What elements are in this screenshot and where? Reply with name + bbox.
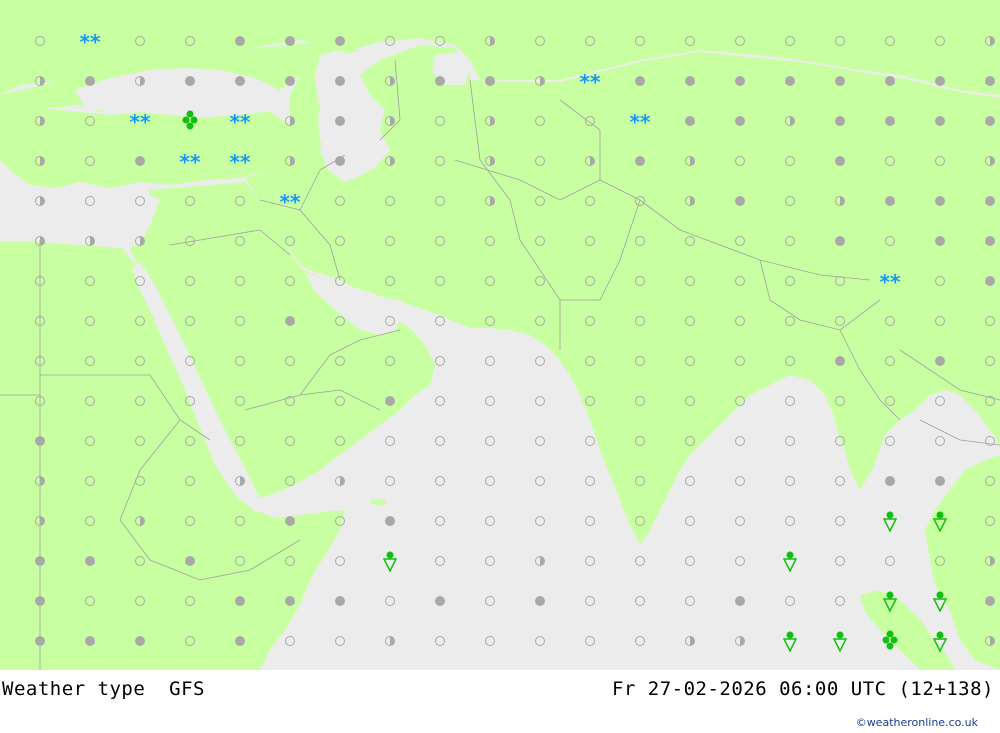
cloudy-icon: [85, 76, 95, 86]
cloudy-icon: [985, 196, 995, 206]
map-title: Weather type GFS: [2, 678, 205, 700]
cloudy-icon: [35, 596, 45, 606]
cloudy-icon: [185, 556, 195, 566]
cloudy-icon: [885, 76, 895, 86]
cloudy-icon: [85, 556, 95, 566]
svg-text:**: **: [630, 110, 651, 134]
cloudy-icon: [285, 76, 295, 86]
cloudy-icon: [335, 596, 345, 606]
site-credit: ©weatheronline.co.uk: [855, 716, 978, 729]
snow-icon: **: [580, 70, 601, 94]
cloudy-icon: [185, 76, 195, 86]
cloudy-icon: [235, 76, 245, 86]
svg-text:**: **: [230, 150, 251, 174]
cloudy-icon: [835, 116, 845, 126]
svg-text:**: **: [230, 110, 251, 134]
cloudy-icon: [835, 76, 845, 86]
snow-icon: **: [230, 110, 251, 134]
cloudy-icon: [535, 596, 545, 606]
cloudy-icon: [335, 156, 345, 166]
cloudy-icon: [985, 76, 995, 86]
cloudy-icon: [285, 316, 295, 326]
snow-icon: **: [80, 30, 101, 54]
cloudy-icon: [235, 636, 245, 646]
cloudy-icon: [635, 156, 645, 166]
cloudy-icon: [885, 116, 895, 126]
forecast-datetime: Fr 27-02-2026 06:00 UTC (12+138): [611, 678, 994, 700]
cloudy-icon: [235, 36, 245, 46]
cloudy-icon: [935, 116, 945, 126]
cloudy-icon: [885, 196, 895, 206]
cloudy-icon: [985, 116, 995, 126]
cloudy-icon: [85, 636, 95, 646]
cloudy-icon: [735, 196, 745, 206]
weather-map: ** ** ** ** ** ** ** ** **: [0, 0, 1000, 670]
cloudy-icon: [835, 236, 845, 246]
cloudy-icon: [235, 596, 245, 606]
cloudy-icon: [435, 596, 445, 606]
cloudy-icon: [35, 636, 45, 646]
cloudy-icon: [985, 596, 995, 606]
cloudy-icon: [35, 436, 45, 446]
cloudy-icon: [985, 236, 995, 246]
cloudy-icon: [285, 36, 295, 46]
cloudy-icon: [435, 76, 445, 86]
cloudy-icon: [785, 76, 795, 86]
cloudy-icon: [835, 356, 845, 366]
svg-text:**: **: [180, 150, 201, 174]
snow-icon: **: [230, 150, 251, 174]
cloudy-icon: [335, 76, 345, 86]
svg-text:**: **: [280, 190, 301, 214]
cloudy-icon: [835, 156, 845, 166]
cloudy-icon: [735, 76, 745, 86]
cloudy-icon: [935, 476, 945, 486]
cloudy-icon: [385, 396, 395, 406]
cloudy-icon: [735, 596, 745, 606]
svg-text:**: **: [580, 70, 601, 94]
cloudy-icon: [135, 636, 145, 646]
cloudy-icon: [885, 476, 895, 486]
cloudy-icon: [135, 156, 145, 166]
cloudy-icon: [635, 76, 645, 86]
cloudy-icon: [985, 276, 995, 286]
cloudy-icon: [935, 196, 945, 206]
svg-text:**: **: [880, 270, 901, 294]
map-footer: Weather type GFS Fr 27-02-2026 06:00 UTC…: [0, 670, 1000, 733]
cloudy-icon: [285, 516, 295, 526]
cloudy-icon: [485, 76, 495, 86]
cloudy-icon: [335, 116, 345, 126]
cloudy-icon: [385, 516, 395, 526]
snow-icon: **: [130, 110, 151, 134]
cloudy-icon: [285, 596, 295, 606]
cloudy-icon: [685, 116, 695, 126]
cloudy-icon: [935, 356, 945, 366]
cloudy-icon: [685, 76, 695, 86]
svg-text:**: **: [130, 110, 151, 134]
snow-icon: **: [880, 270, 901, 294]
svg-text:**: **: [80, 30, 101, 54]
cloudy-icon: [335, 36, 345, 46]
cloudy-icon: [35, 556, 45, 566]
cloudy-icon: [935, 236, 945, 246]
cloudy-icon: [935, 76, 945, 86]
cloudy-icon: [735, 116, 745, 126]
snow-icon: **: [630, 110, 651, 134]
snow-icon: **: [280, 190, 301, 214]
snow-icon: **: [180, 150, 201, 174]
